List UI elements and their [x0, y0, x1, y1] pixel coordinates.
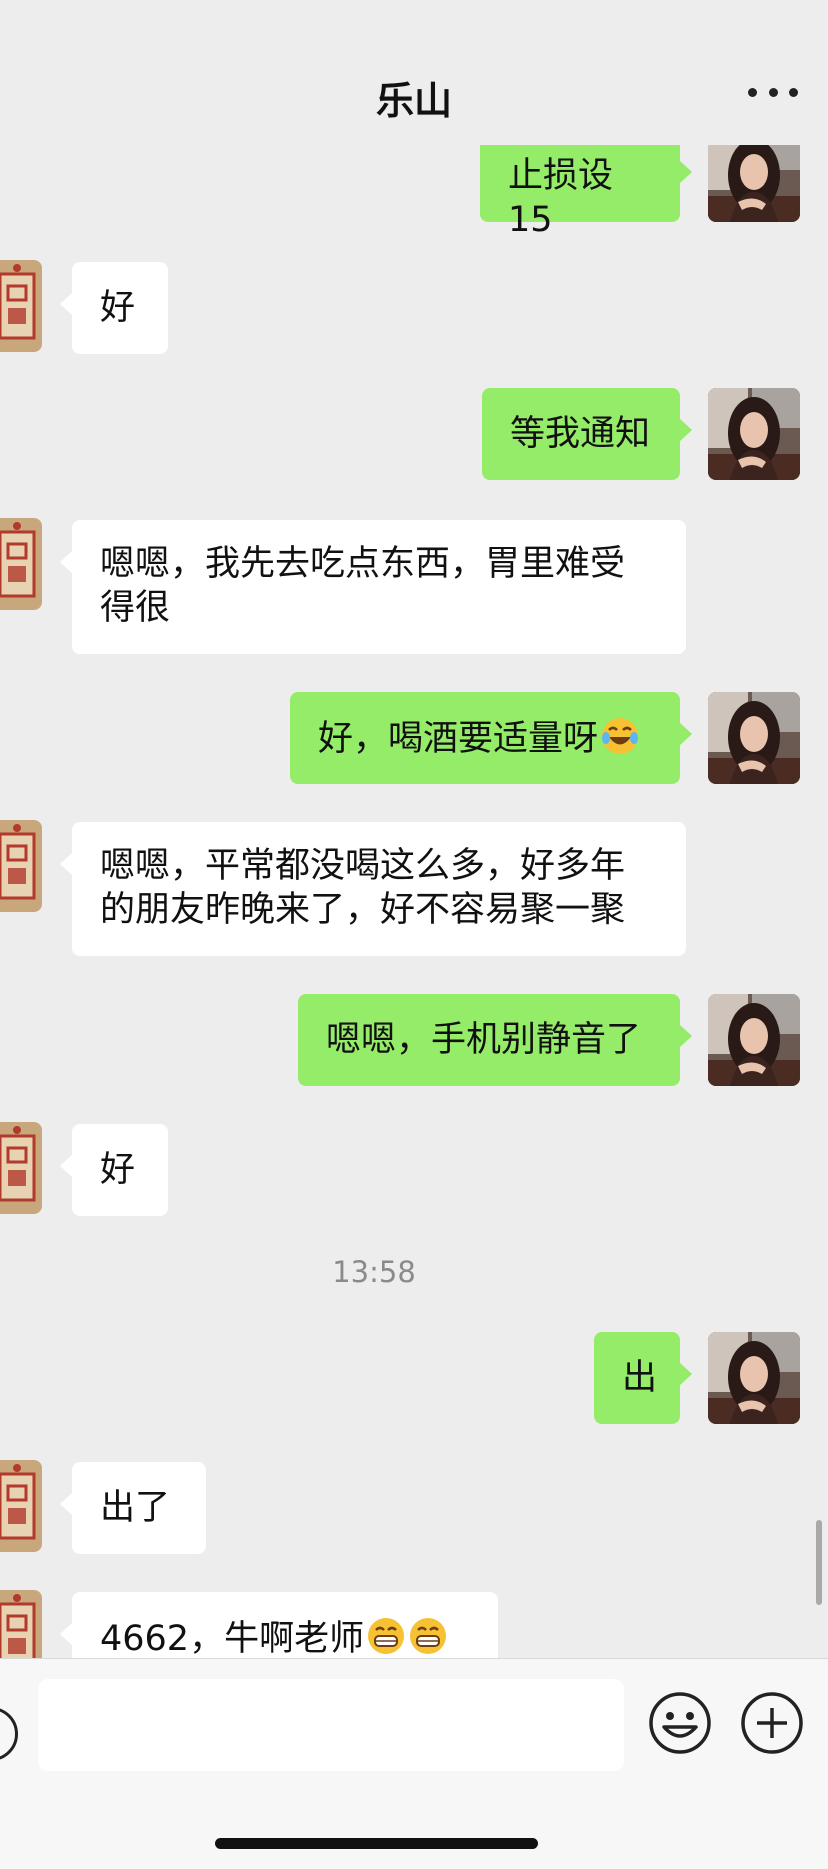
message-text: 嗯嗯，我先去吃点东西，胃里难受得很	[100, 544, 626, 628]
message-bubble-outgoing[interactable]: 嗯嗯，手机别静音了	[298, 994, 692, 1086]
message-bubble-outgoing[interactable]: 等我通知	[482, 388, 692, 480]
contact-avatar[interactable]	[0, 1460, 42, 1552]
scrollbar[interactable]	[816, 1520, 822, 1605]
chat-header: 乐山	[0, 0, 828, 145]
contact-avatar[interactable]	[0, 1590, 42, 1658]
message-text: 等我通知	[510, 414, 651, 454]
my-avatar[interactable]	[708, 692, 800, 784]
grin-emoji-icon	[410, 1618, 447, 1654]
my-avatar[interactable]	[708, 388, 800, 480]
my-avatar[interactable]	[708, 1332, 800, 1424]
message-input[interactable]	[38, 1679, 624, 1771]
my-avatar[interactable]	[708, 994, 800, 1086]
contact-avatar[interactable]	[0, 1122, 42, 1214]
message-text: 出了	[100, 1488, 171, 1528]
message-bubble-incoming[interactable]: 嗯嗯，平常都没喝这么多，好多年的朋友昨晚来了，好不容易聚一聚	[60, 822, 686, 956]
contact-avatar[interactable]	[0, 820, 42, 912]
plus-circle-icon[interactable]	[740, 1691, 804, 1755]
chat-area[interactable]: 止损设15 好 等我通知 嗯嗯，我先去吃点东西，胃里难受得很 好，喝酒要适量呀 …	[0, 0, 828, 1658]
rofl-emoji-icon	[602, 718, 639, 754]
message-text: 嗯嗯，平常都没喝这么多，好多年的朋友昨晚来了，好不容易聚一聚	[100, 846, 626, 930]
message-bubble-incoming[interactable]: 好	[60, 1124, 168, 1216]
home-indicator[interactable]	[215, 1838, 538, 1849]
grin-emoji-icon	[368, 1618, 405, 1654]
message-text: 好	[100, 288, 136, 328]
message-bubble-incoming[interactable]: 出了	[60, 1462, 206, 1554]
message-bubble-incoming[interactable]: 好	[60, 262, 168, 354]
message-timestamp: 13:58	[332, 1255, 416, 1289]
message-text: 出	[622, 1358, 658, 1398]
message-text: 好	[100, 1150, 136, 1190]
message-text: 好，喝酒要适量呀	[318, 719, 599, 759]
message-bubble-incoming[interactable]: 嗯嗯，我先去吃点东西，胃里难受得很	[60, 520, 686, 654]
message-bubble-outgoing[interactable]: 好，喝酒要适量呀	[290, 692, 692, 784]
message-text: 止损设15	[508, 156, 614, 240]
message-bubble-incoming[interactable]: 4662，牛啊老师	[60, 1592, 498, 1658]
smiley-face-icon[interactable]	[648, 1691, 712, 1755]
message-text: 4662，牛啊老师	[100, 1619, 365, 1658]
voice-icon[interactable]	[0, 1707, 18, 1761]
message-text: 嗯嗯，手机别静音了	[326, 1020, 642, 1060]
contact-avatar[interactable]	[0, 518, 42, 610]
chat-title: 乐山	[375, 79, 452, 123]
more-dots-icon[interactable]	[748, 72, 798, 112]
message-bubble-outgoing[interactable]: 出	[594, 1332, 692, 1424]
contact-avatar[interactable]	[0, 260, 42, 352]
